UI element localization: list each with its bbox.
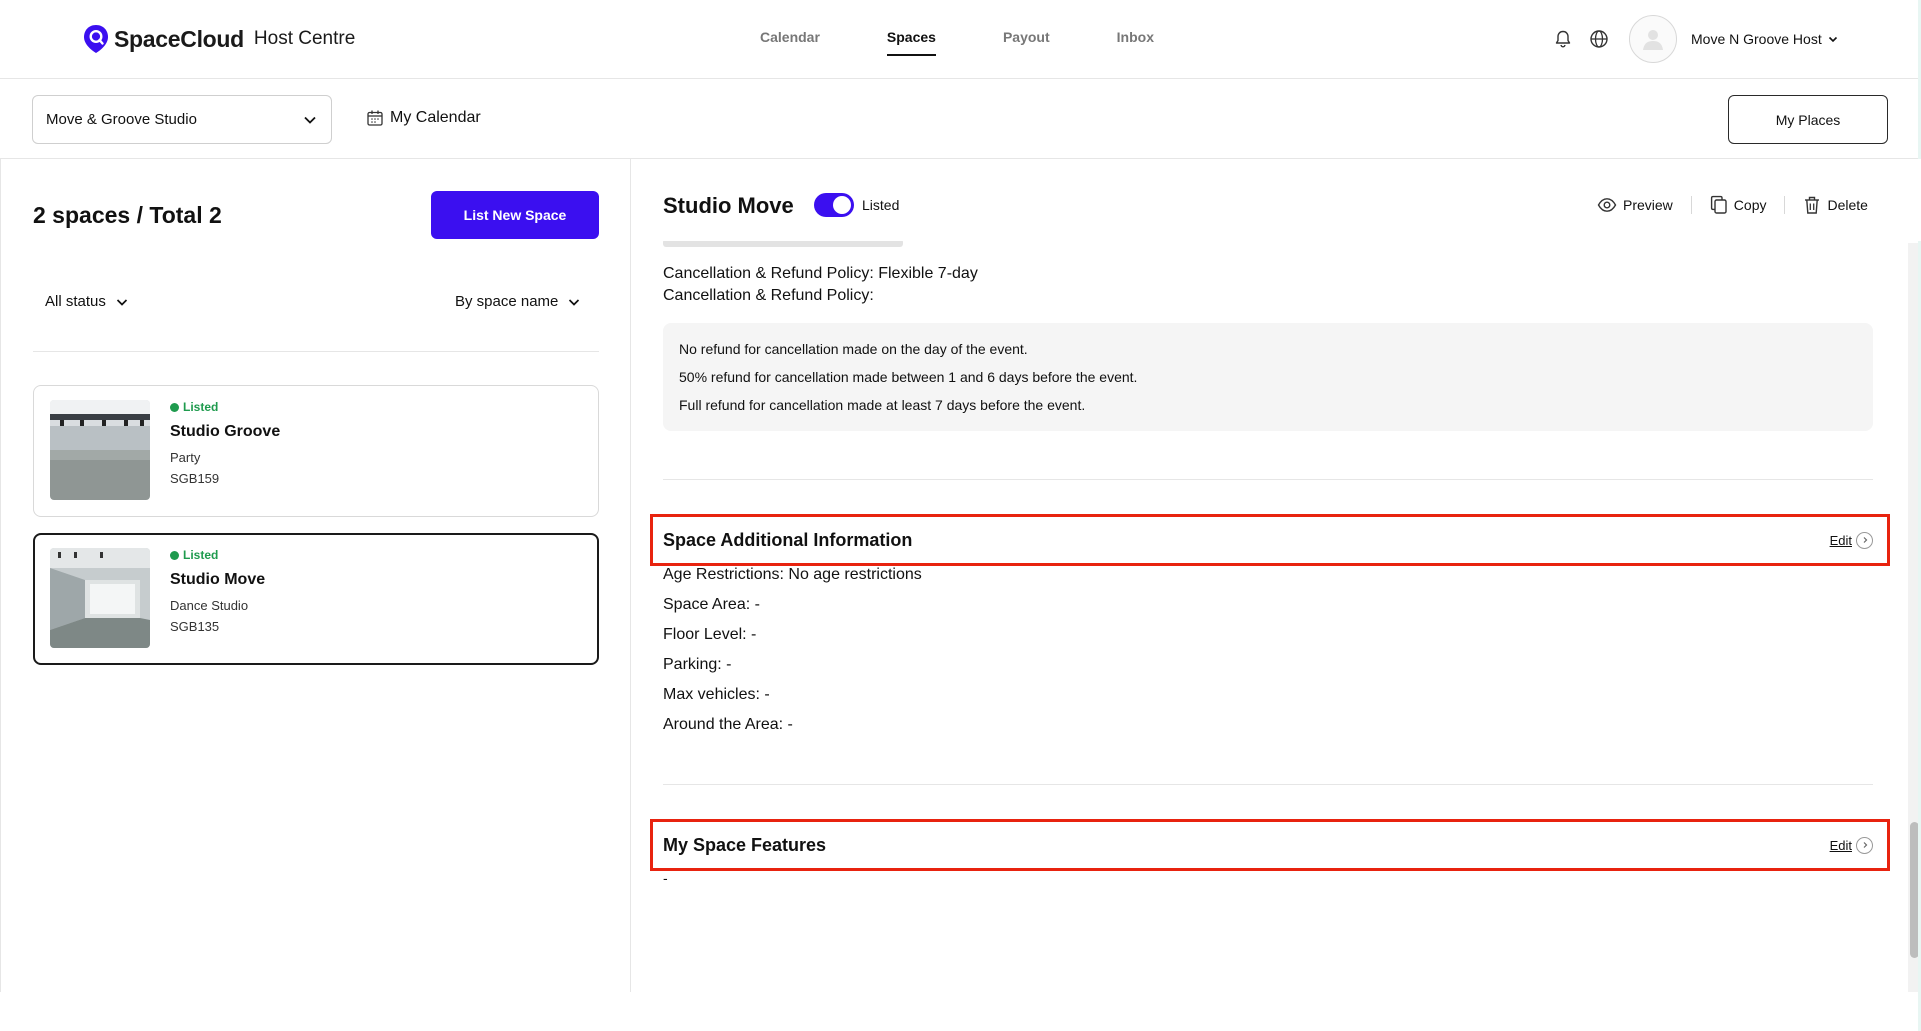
nav-payout[interactable]: Payout: [1003, 29, 1050, 56]
list-new-space-button[interactable]: List New Space: [431, 191, 599, 239]
calendar-icon: [367, 110, 383, 126]
venue-select[interactable]: Move & Groove Studio: [32, 95, 332, 144]
space-thumbnail: [50, 400, 150, 500]
space-code: SGB159: [170, 471, 220, 486]
nav-spaces[interactable]: Spaces: [886, 29, 936, 56]
policy-item: Full refund for cancellation made at lea…: [679, 397, 1086, 413]
trash-icon: [1805, 196, 1820, 214]
avatar[interactable]: [1629, 15, 1677, 63]
sort-filter-label: By space name: [455, 293, 559, 310]
policy-item: No refund for cancellation made on the d…: [679, 341, 1028, 357]
space-type: Party: [170, 450, 201, 465]
spaces-list-panel: 2 spaces / Total 2 List New Space All st…: [0, 159, 631, 992]
chevron-right-icon: [1856, 836, 1873, 854]
space-card-selected[interactable]: Listed Studio Move Dance Studio SGB135: [33, 533, 599, 665]
globe-icon[interactable]: [1587, 27, 1611, 51]
chevron-down-icon: [569, 298, 580, 306]
space-card-info: Listed Studio Groove Party SGB159: [170, 400, 280, 486]
status-label: Listed: [183, 400, 219, 414]
spacecloud-logo[interactable]: SpaceCloud Host Centre: [82, 24, 355, 54]
top-nav-bar: SpaceCloud Host Centre Calendar Spaces P…: [0, 0, 1921, 79]
status-badge: Listed: [170, 400, 280, 414]
sub-toolbar: Move & Groove Studio My Calendar My Plac…: [0, 79, 1921, 159]
venue-select-value: Move & Groove Studio: [46, 111, 197, 128]
main-nav: Calendar Spaces Payout Inbox: [760, 29, 1221, 56]
detail-content: Cancellation & Refund Policy: Flexible 7…: [650, 239, 1890, 893]
copy-label: Copy: [1733, 197, 1767, 213]
delete-label: Delete: [1827, 197, 1868, 213]
info-line: Parking: -: [663, 656, 732, 673]
status-filter[interactable]: All status: [45, 293, 129, 310]
section-title: My Space Features: [663, 834, 827, 855]
policy-item: 50% refund for cancellation made between…: [679, 369, 1138, 385]
policy-line: Cancellation & Refund Policy:: [663, 287, 874, 304]
status-dot: [170, 402, 179, 412]
listed-toggle-label: Listed: [862, 197, 900, 213]
detail-actions: Preview Copy Delete: [1597, 193, 1868, 217]
user-name[interactable]: Move N Groove Host: [1691, 31, 1822, 47]
space-detail-panel: Studio Move Listed Preview Copy Delete C: [632, 159, 1921, 992]
location-pin-icon: [84, 25, 108, 53]
space-features-header: My Space Features Edit: [650, 819, 1890, 871]
edit-additional-info-link[interactable]: Edit: [1829, 531, 1873, 549]
status-dot: [170, 550, 179, 560]
brand-sub: Host Centre: [253, 28, 356, 49]
chevron-right-icon: [1856, 531, 1873, 549]
divider: [1784, 196, 1786, 214]
info-line: Around the Area: -: [663, 716, 793, 733]
divider: [1690, 196, 1692, 214]
chevron-down-icon[interactable]: [1827, 33, 1839, 45]
chevron-down-icon: [116, 298, 127, 306]
status-label: Listed: [183, 548, 219, 562]
edit-space-features-link[interactable]: Edit: [1829, 836, 1873, 854]
policy-line: Cancellation & Refund Policy: Flexible 7…: [663, 265, 978, 282]
nav-inbox[interactable]: Inbox: [1117, 29, 1154, 56]
my-calendar-link[interactable]: My Calendar: [366, 109, 481, 127]
edit-label: Edit: [1829, 837, 1852, 853]
space-name: Studio Groove: [170, 423, 281, 440]
eye-icon: [1597, 198, 1617, 212]
additional-info-list: Age Restrictions: No age restrictions Sp…: [663, 560, 1873, 740]
brand-name: SpaceCloud: [114, 25, 244, 52]
bell-icon[interactable]: [1551, 27, 1575, 51]
detail-title: Studio Move: [663, 193, 794, 218]
detail-header: Studio Move Listed Preview Copy Delete: [632, 159, 1921, 241]
edit-label: Edit: [1829, 532, 1852, 548]
additional-info-header: Space Additional Information Edit: [650, 514, 1890, 566]
preview-button[interactable]: Preview: [1597, 197, 1673, 213]
space-code: SGB135: [170, 619, 220, 634]
delete-button[interactable]: Delete: [1803, 195, 1868, 215]
copy-button[interactable]: Copy: [1710, 195, 1767, 215]
chevron-down-icon: [304, 116, 316, 124]
preview-label: Preview: [1623, 197, 1673, 213]
highlight-box: [650, 819, 1890, 871]
listed-toggle[interactable]: [814, 193, 854, 217]
space-type: Dance Studio: [170, 598, 249, 613]
my-calendar-label: My Calendar: [390, 109, 481, 126]
info-line: Space Area: -: [663, 596, 760, 613]
user-area: Move N Groove Host: [1551, 14, 1839, 64]
spaces-count: 2 spaces / Total 2: [33, 202, 222, 228]
policy-box: No refund for cancellation made on the d…: [663, 323, 1873, 431]
space-name: Studio Move: [170, 571, 266, 588]
space-thumbnail: [50, 548, 150, 648]
divider: [33, 351, 599, 352]
nav-calendar[interactable]: Calendar: [760, 29, 820, 56]
space-card[interactable]: Listed Studio Groove Party SGB159: [33, 385, 599, 517]
copy-icon: [1710, 195, 1727, 214]
sort-filter[interactable]: By space name: [455, 293, 581, 310]
my-places-button[interactable]: My Places: [1728, 95, 1888, 144]
info-line: Max vehicles: -: [663, 686, 770, 703]
toggle-knob: [833, 196, 851, 214]
info-line: Floor Level: -: [663, 626, 757, 643]
space-card-info: Listed Studio Move Dance Studio SGB135: [170, 548, 265, 634]
status-badge: Listed: [170, 548, 265, 562]
status-filter-label: All status: [45, 293, 106, 310]
section-title: Space Additional Information: [663, 529, 913, 550]
